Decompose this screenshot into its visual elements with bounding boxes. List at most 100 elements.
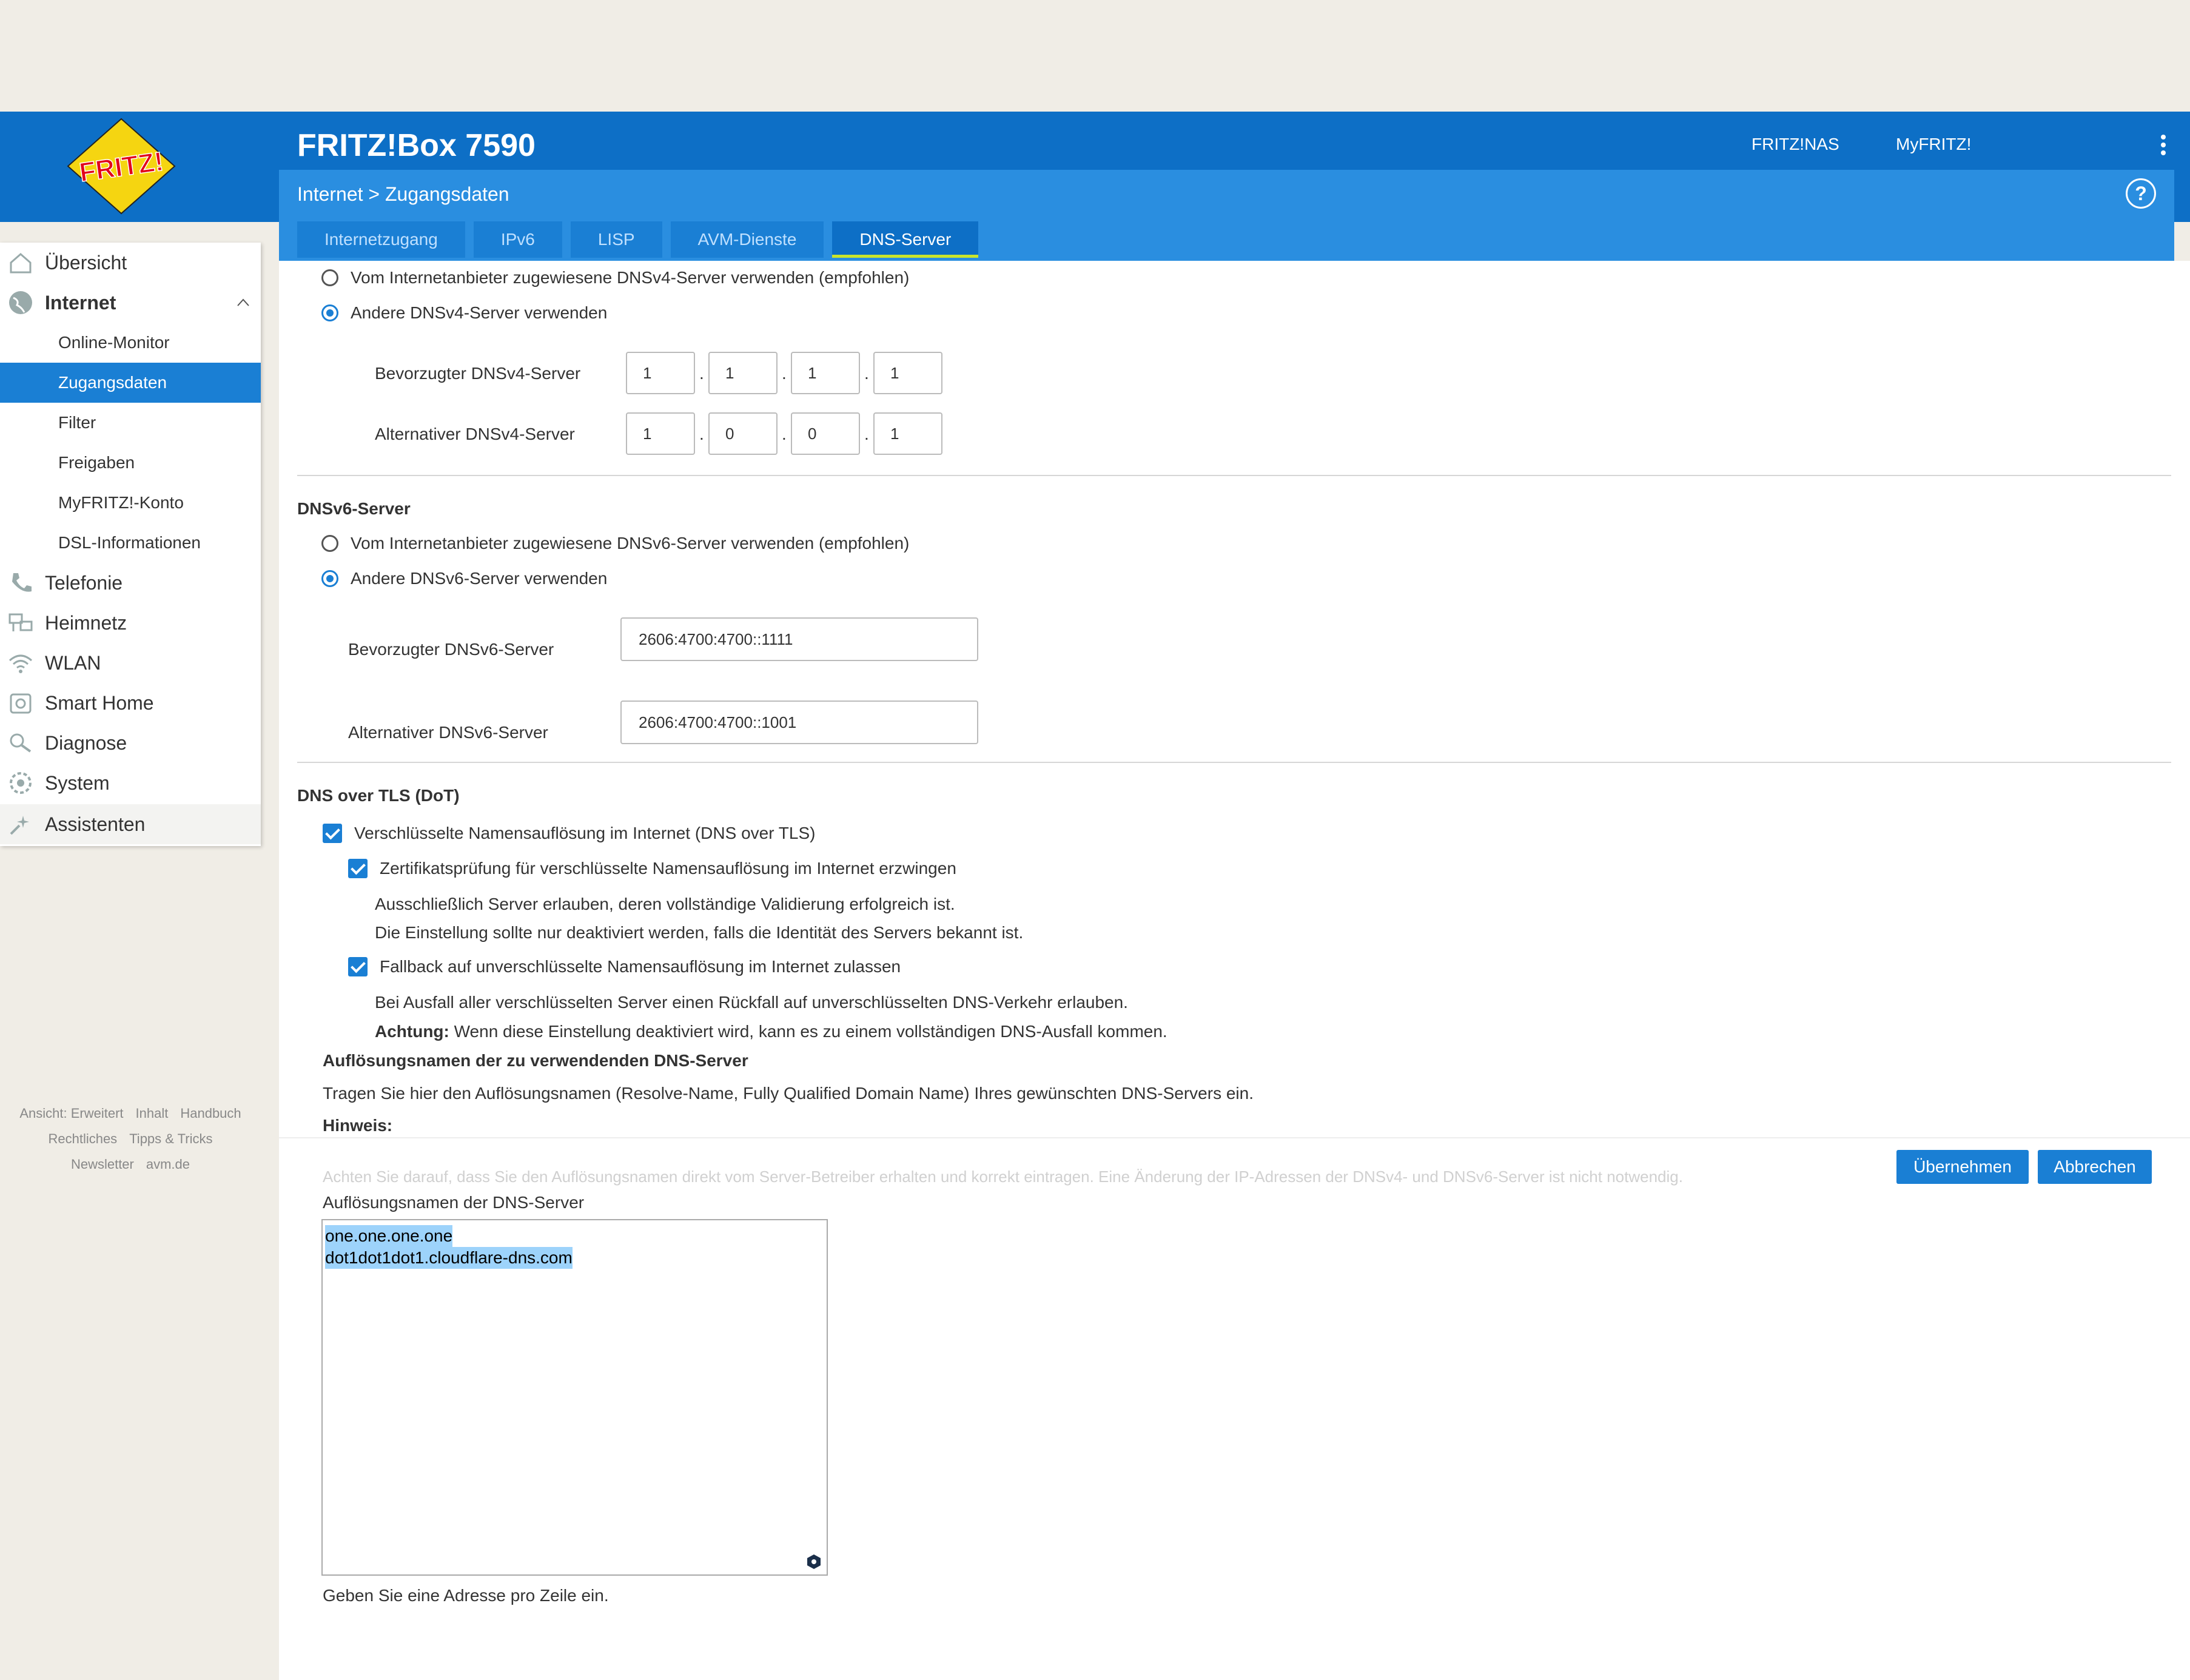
tab-lisp[interactable]: LISP	[570, 221, 662, 258]
sidebar-subitem-label: Zugangsdaten	[58, 373, 167, 392]
sidebar-item-diagnose[interactable]: Diagnose	[0, 723, 261, 763]
dnsv4-other-label: Andere DNSv4-Server verwenden	[351, 303, 608, 322]
resolve-description: Tragen Sie hier den Auflösungsnamen (Res…	[323, 1084, 1254, 1103]
dnsv6-provider-option[interactable]: Vom Internetanbieter zugewiesene DNSv6-S…	[321, 534, 909, 553]
dnsv6-preferred-input[interactable]: 2606:4700:4700::1111	[620, 617, 978, 661]
warning-text: Wenn diese Einstellung deaktiviert wird,…	[449, 1022, 1167, 1041]
fritz-nas-link[interactable]: FRITZ!NAS	[1752, 135, 1839, 154]
dot-cert-description-2: Die Einstellung sollte nur deaktiviert w…	[375, 923, 1024, 942]
warning-bold: Achtung:	[375, 1022, 449, 1041]
footer-link-handbuch[interactable]: Handbuch	[180, 1106, 241, 1121]
myfritz-link[interactable]: MyFRITZ!	[1896, 135, 1971, 154]
sidebar-item-system[interactable]: System	[0, 763, 261, 803]
sidebar-item-label: Diagnose	[45, 731, 127, 754]
phone-icon	[12, 573, 32, 592]
dot-fallback-warning: Achtung: Wenn diese Einstellung deaktivi…	[375, 1022, 1167, 1041]
dnsv4-alternative-octet-2[interactable]: 0	[708, 412, 778, 455]
dot-fallback-description: Bei Ausfall aller verschlüsselten Server…	[375, 993, 1128, 1012]
dnsv6-other-option[interactable]: Andere DNSv6-Server verwenden	[321, 569, 607, 588]
dnsv4-preferred-octet-1[interactable]: 1	[626, 352, 695, 394]
dnsv4-other-radio[interactable]	[321, 304, 338, 321]
app-title: FRITZ!Box 7590	[297, 128, 536, 163]
globe-icon	[9, 291, 32, 314]
sidebar-subitem-zugangsdaten[interactable]: Zugangsdaten	[0, 363, 261, 403]
chevron-up-icon[interactable]	[237, 296, 250, 309]
dot-enable-option[interactable]: Verschlüsselte Namensauflösung im Intern…	[323, 824, 815, 843]
system-icon	[10, 772, 32, 794]
breadcrumb-separator: >	[368, 183, 380, 205]
textarea-hint: Geben Sie eine Adresse pro Zeile ein.	[323, 1586, 609, 1605]
ip-separator: .	[699, 364, 704, 383]
cancel-button[interactable]: Abbrechen	[2038, 1150, 2152, 1184]
tab-avm-dienste[interactable]: AVM-Dienste	[670, 221, 824, 258]
dnsv6-other-radio[interactable]	[321, 570, 338, 587]
dnsv6-provider-radio[interactable]	[321, 535, 338, 552]
dnsv6-alternative-input[interactable]: 2606:4700:4700::1001	[620, 701, 978, 744]
sidebar-subitem-filter[interactable]: Filter	[0, 403, 261, 443]
dot-title: DNS over TLS (DoT)	[297, 786, 460, 805]
footer-link-avm[interactable]: avm.de	[146, 1157, 190, 1172]
apply-button[interactable]: Übernehmen	[1896, 1150, 2029, 1184]
footer-link-rechtliches[interactable]: Rechtliches	[48, 1131, 117, 1146]
help-icon[interactable]: ?	[2126, 178, 2156, 209]
textarea-label: Auflösungsnamen der DNS-Server	[323, 1193, 585, 1212]
breadcrumb-section[interactable]: Internet	[297, 183, 363, 205]
sidebar-item-label: WLAN	[45, 651, 101, 674]
dot-cert-checkbox[interactable]	[348, 859, 368, 878]
dnsv4-alternative-octet-3[interactable]: 0	[791, 412, 860, 455]
sidebar-subitem-label: Freigaben	[58, 453, 135, 472]
tab-internetzugang[interactable]: Internetzugang	[297, 221, 465, 258]
dnsv4-other-option[interactable]: Andere DNSv4-Server verwenden	[321, 303, 607, 323]
action-bar-divider	[279, 1137, 2190, 1138]
sidebar-item-assistenten[interactable]: Assistenten	[0, 804, 261, 844]
sidebar-item-label: Heimnetz	[45, 611, 127, 634]
dnsv4-preferred-octet-2[interactable]: 1	[708, 352, 778, 394]
sidebar-item-uebersicht[interactable]: Übersicht	[0, 243, 261, 283]
sidebar-subitem-dsl-informationen[interactable]: DSL-Informationen	[0, 523, 261, 563]
dnsv4-preferred-octet-4[interactable]: 1	[873, 352, 942, 394]
dot-fallback-label: Fallback auf unverschlüsselte Namensaufl…	[380, 957, 901, 976]
breadcrumb-bar: Internet > Zugangsdaten ? Internetzugang…	[279, 170, 2174, 261]
sidebar-item-wlan[interactable]: WLAN	[0, 643, 261, 683]
resolve-names-textarea[interactable]: one.one.one.one dot1dot1dot1.cloudflare-…	[321, 1219, 828, 1576]
sidebar-subitem-myfritz-konto[interactable]: MyFRITZ!-Konto	[0, 483, 261, 523]
dnsv4-alternative-octet-4[interactable]: 1	[873, 412, 942, 455]
dot-enable-checkbox[interactable]	[323, 824, 342, 843]
footer-link-inhalt[interactable]: Inhalt	[136, 1106, 169, 1121]
dnsv4-provider-option[interactable]: Vom Internetanbieter zugewiesene DNSv4-S…	[321, 268, 909, 287]
sidebar-item-internet[interactable]: Internet	[0, 283, 261, 323]
sidebar-subitem-label: Online-Monitor	[58, 333, 170, 352]
dnsv4-preferred-octet-3[interactable]: 1	[791, 352, 860, 394]
dot-fallback-option[interactable]: Fallback auf unverschlüsselte Namensaufl…	[348, 957, 901, 976]
footer-link-ansicht[interactable]: Ansicht: Erweitert	[19, 1106, 123, 1121]
fritz-logo[interactable]: FRITZ!	[67, 118, 176, 215]
footer-link-tipps[interactable]: Tipps & Tricks	[129, 1131, 212, 1146]
ip-separator: .	[782, 364, 787, 383]
dnsv4-alternative-octet-1[interactable]: 1	[626, 412, 695, 455]
dot-fallback-checkbox[interactable]	[348, 957, 368, 976]
ip-separator: .	[699, 425, 704, 443]
dnsv4-provider-radio[interactable]	[321, 269, 338, 286]
sidebar-item-heimnetz[interactable]: Heimnetz	[0, 603, 261, 643]
breadcrumb-page: Zugangsdaten	[385, 183, 509, 205]
more-menu-icon[interactable]	[2159, 135, 2168, 159]
textarea-line: dot1dot1dot1.cloudflare-dns.com	[325, 1247, 573, 1269]
sidebar-subitem-online-monitor[interactable]: Online-Monitor	[0, 323, 261, 363]
sidebar-item-smart-home[interactable]: Smart Home	[0, 683, 261, 723]
sidebar-item-label: Assistenten	[45, 813, 146, 835]
sidebar-item-label: Smart Home	[45, 691, 154, 714]
footer-links: Ansicht: Erweitert Inhalt Handbuch Rechtli…	[0, 1101, 261, 1177]
tab-dns-server[interactable]: DNS-Server	[832, 221, 979, 258]
footer-link-newsletter[interactable]: Newsletter	[71, 1157, 134, 1172]
network-icon	[8, 613, 33, 631]
dnsv6-alternative-label: Alternativer DNSv6-Server	[348, 723, 548, 742]
sidebar-item-telefonie[interactable]: Telefonie	[0, 563, 261, 603]
password-manager-icon[interactable]	[806, 1554, 822, 1570]
hint-text: Achten Sie darauf, dass Sie den Auflösun…	[323, 1168, 1683, 1186]
ip-separator: .	[782, 425, 787, 443]
sidebar-subitem-freigaben[interactable]: Freigaben	[0, 443, 261, 483]
logo-area: FRITZ!	[0, 112, 279, 222]
tab-ipv6[interactable]: IPv6	[473, 221, 562, 258]
dot-cert-option[interactable]: Zertifikatsprüfung für verschlüsselte Na…	[348, 859, 956, 878]
diagnose-icon	[10, 733, 32, 753]
